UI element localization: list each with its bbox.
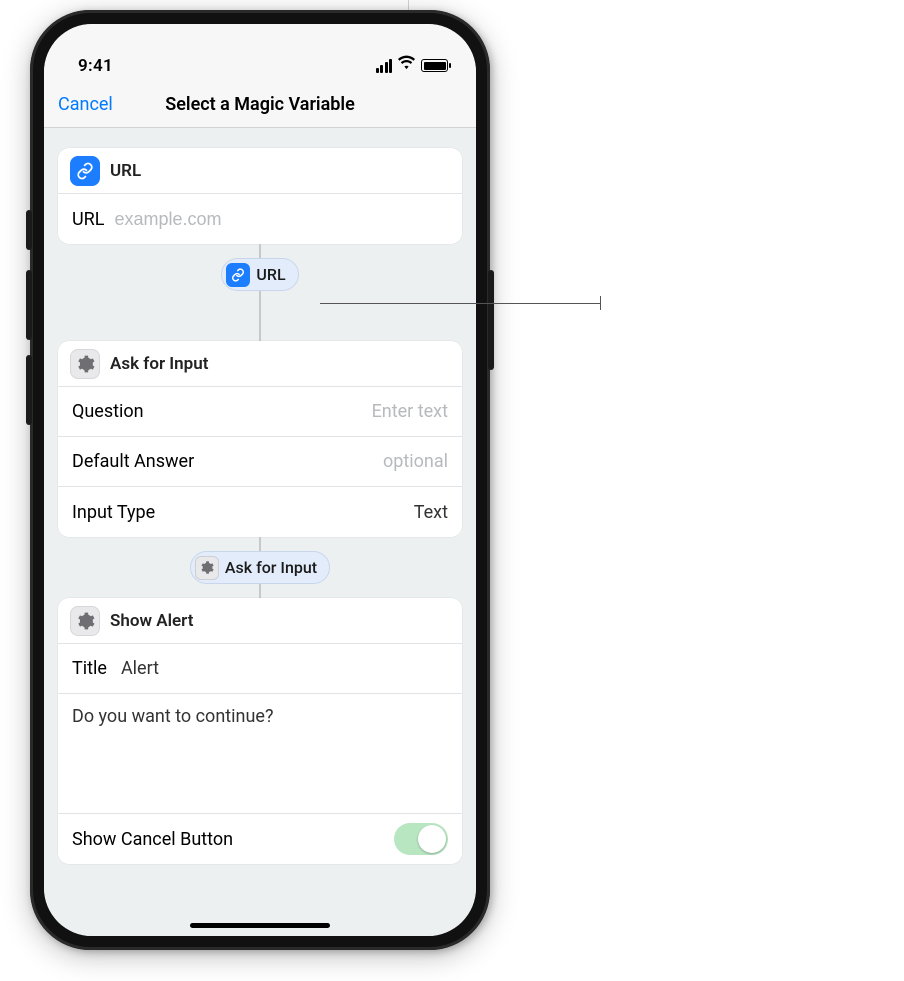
connector-line — [259, 244, 261, 258]
action-card-url: URL URL — [58, 148, 462, 244]
link-icon — [70, 156, 100, 186]
card-header-ask[interactable]: Ask for Input — [58, 341, 462, 387]
input-type-label: Input Type — [72, 502, 155, 523]
default-answer-placeholder: optional — [383, 451, 448, 472]
card-title: URL — [110, 161, 141, 181]
url-input[interactable] — [104, 209, 448, 230]
phone-button-side — [488, 270, 494, 370]
phone-frame: 9:41 Cancel Select a Magic Variable — [30, 10, 490, 950]
cancel-button[interactable]: Cancel — [44, 94, 127, 115]
card-title: Ask for Input — [110, 354, 208, 374]
connector-line — [259, 537, 261, 551]
question-placeholder: Enter text — [372, 401, 448, 422]
show-cancel-toggle[interactable] — [394, 823, 448, 855]
status-bar: 9:41 — [44, 24, 476, 82]
screen: 9:41 Cancel Select a Magic Variable — [44, 24, 476, 936]
link-icon — [226, 263, 250, 287]
gear-icon — [70, 606, 100, 636]
phone-button-silent — [26, 210, 32, 250]
content-area: URL URL URL — [44, 128, 476, 936]
action-card-show-alert: Show Alert Title Alert Do you want to co… — [58, 598, 462, 864]
connector-line — [259, 584, 261, 598]
navbar: Cancel Select a Magic Variable — [44, 82, 476, 128]
status-indicators — [376, 55, 449, 76]
callout-leader-line — [320, 303, 600, 304]
connector-line — [259, 291, 261, 341]
default-answer-row[interactable]: Default Answer optional — [58, 437, 462, 487]
action-card-ask-input: Ask for Input Question Enter text Defaul… — [58, 341, 462, 537]
question-row[interactable]: Question Enter text — [58, 387, 462, 437]
input-type-row[interactable]: Input Type Text — [58, 487, 462, 537]
show-cancel-label: Show Cancel Button — [72, 829, 233, 850]
magic-variable-label: URL — [256, 265, 285, 284]
alert-title-row[interactable]: Title Alert — [58, 644, 462, 694]
phone-button-volume-up — [26, 270, 32, 340]
home-indicator[interactable] — [190, 923, 330, 928]
gear-icon — [195, 556, 219, 580]
url-field-row[interactable]: URL — [58, 194, 462, 244]
alert-title-value: Alert — [121, 658, 159, 679]
cellular-icon — [376, 59, 393, 73]
alert-title-label: Title — [72, 658, 107, 679]
default-answer-label: Default Answer — [72, 451, 194, 472]
card-header-alert[interactable]: Show Alert — [58, 598, 462, 644]
magic-variable-label: Ask for Input — [225, 558, 317, 577]
card-header-url[interactable]: URL — [58, 148, 462, 194]
callout-end-tick — [600, 296, 601, 310]
status-time: 9:41 — [78, 56, 113, 76]
magic-variable-url[interactable]: URL — [221, 258, 298, 291]
alert-message[interactable]: Do you want to continue? — [58, 694, 462, 814]
card-title: Show Alert — [110, 611, 193, 631]
show-cancel-row: Show Cancel Button — [58, 814, 462, 864]
battery-icon — [421, 59, 448, 72]
phone-button-volume-down — [26, 355, 32, 425]
wifi-icon — [398, 55, 415, 76]
url-field-label: URL — [72, 209, 104, 230]
question-label: Question — [72, 401, 144, 422]
input-type-value: Text — [414, 502, 448, 523]
magic-variable-ask-input[interactable]: Ask for Input — [190, 551, 330, 584]
gear-icon — [70, 349, 100, 379]
